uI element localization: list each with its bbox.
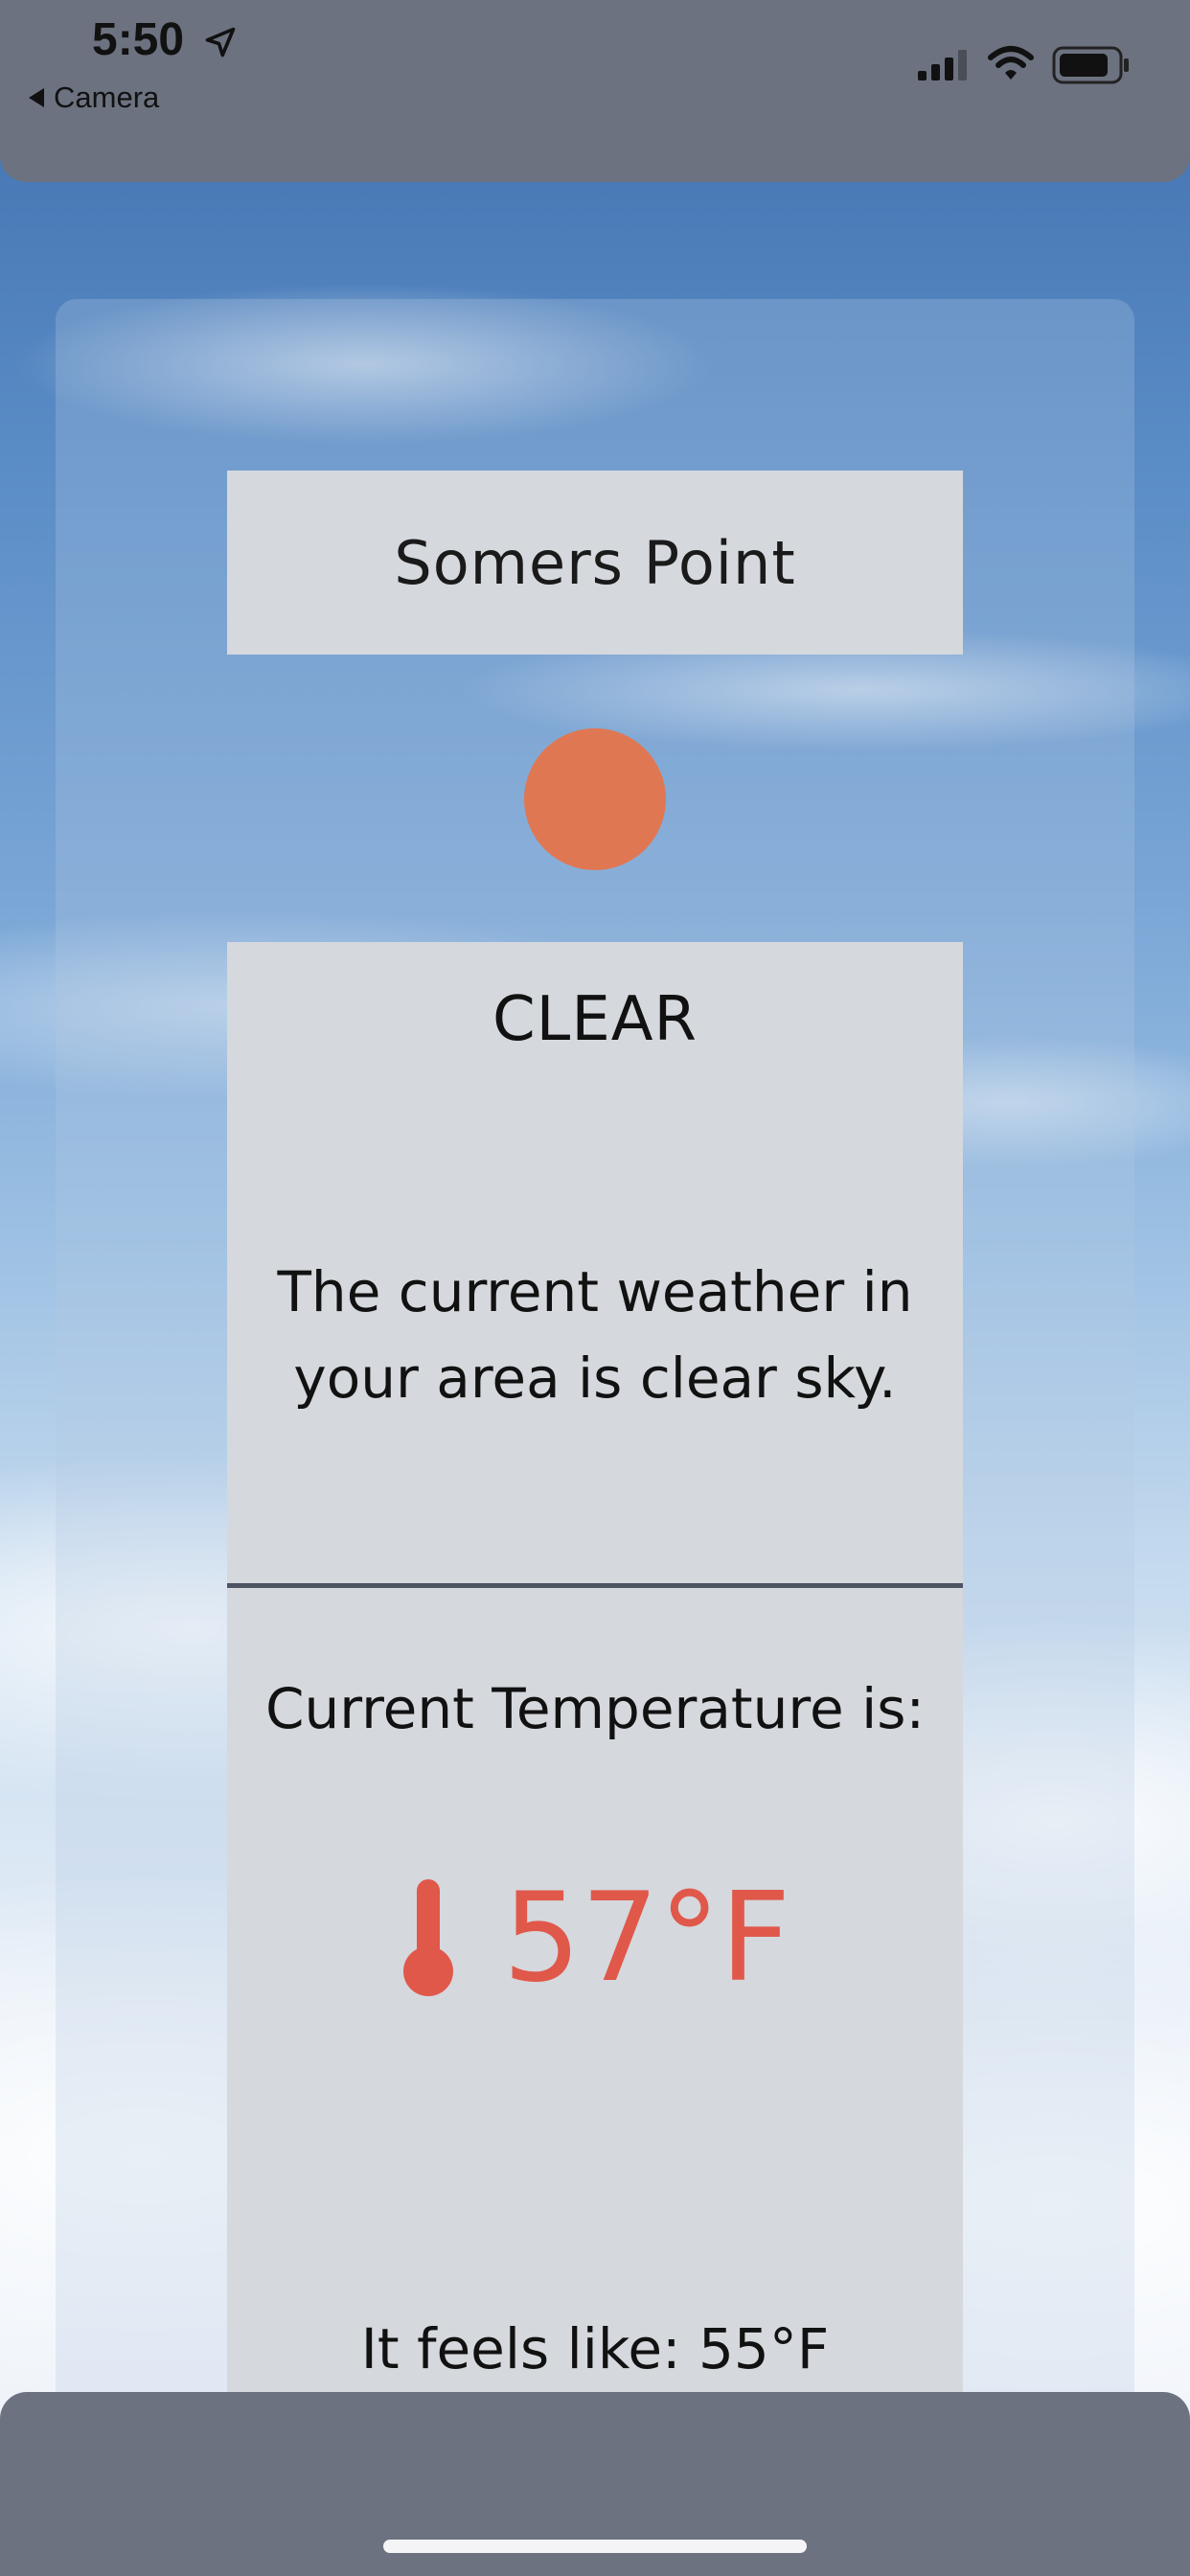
sun-icon [524,728,666,870]
status-time: 5:50 [92,14,185,65]
condition-card: CLEAR The current weather in your area i… [227,942,963,1588]
back-to-camera-link[interactable]: Camera [29,80,159,115]
battery-icon [1052,46,1129,84]
temperature-heading: Current Temperature is: [265,1676,925,1741]
city-name: Somers Point [394,527,796,598]
thermometer-icon [402,1879,453,1996]
temperature-value: 57°F [502,1866,791,2010]
temperature-card: Current Temperature is: 57°F It feels li… [227,1588,963,2393]
back-link-label: Camera [54,80,160,114]
condition-title: CLEAR [492,984,698,1055]
home-indicator[interactable] [383,2540,807,2553]
bottom-bar [0,2392,1190,2576]
condition-description: The current weather in your area is clea… [277,1259,913,1411]
status-bar: 5:50 Camera [0,0,1190,182]
cellular-signal-icon [918,50,967,80]
feels-like-text: It feels like: 55°F [360,2316,830,2381]
location-arrow-icon [205,27,236,58]
city-name-box: Somers Point [227,471,963,655]
back-arrow-icon [29,88,44,107]
wifi-icon [988,46,1034,80]
temperature-row: 57°F [227,1866,963,2010]
